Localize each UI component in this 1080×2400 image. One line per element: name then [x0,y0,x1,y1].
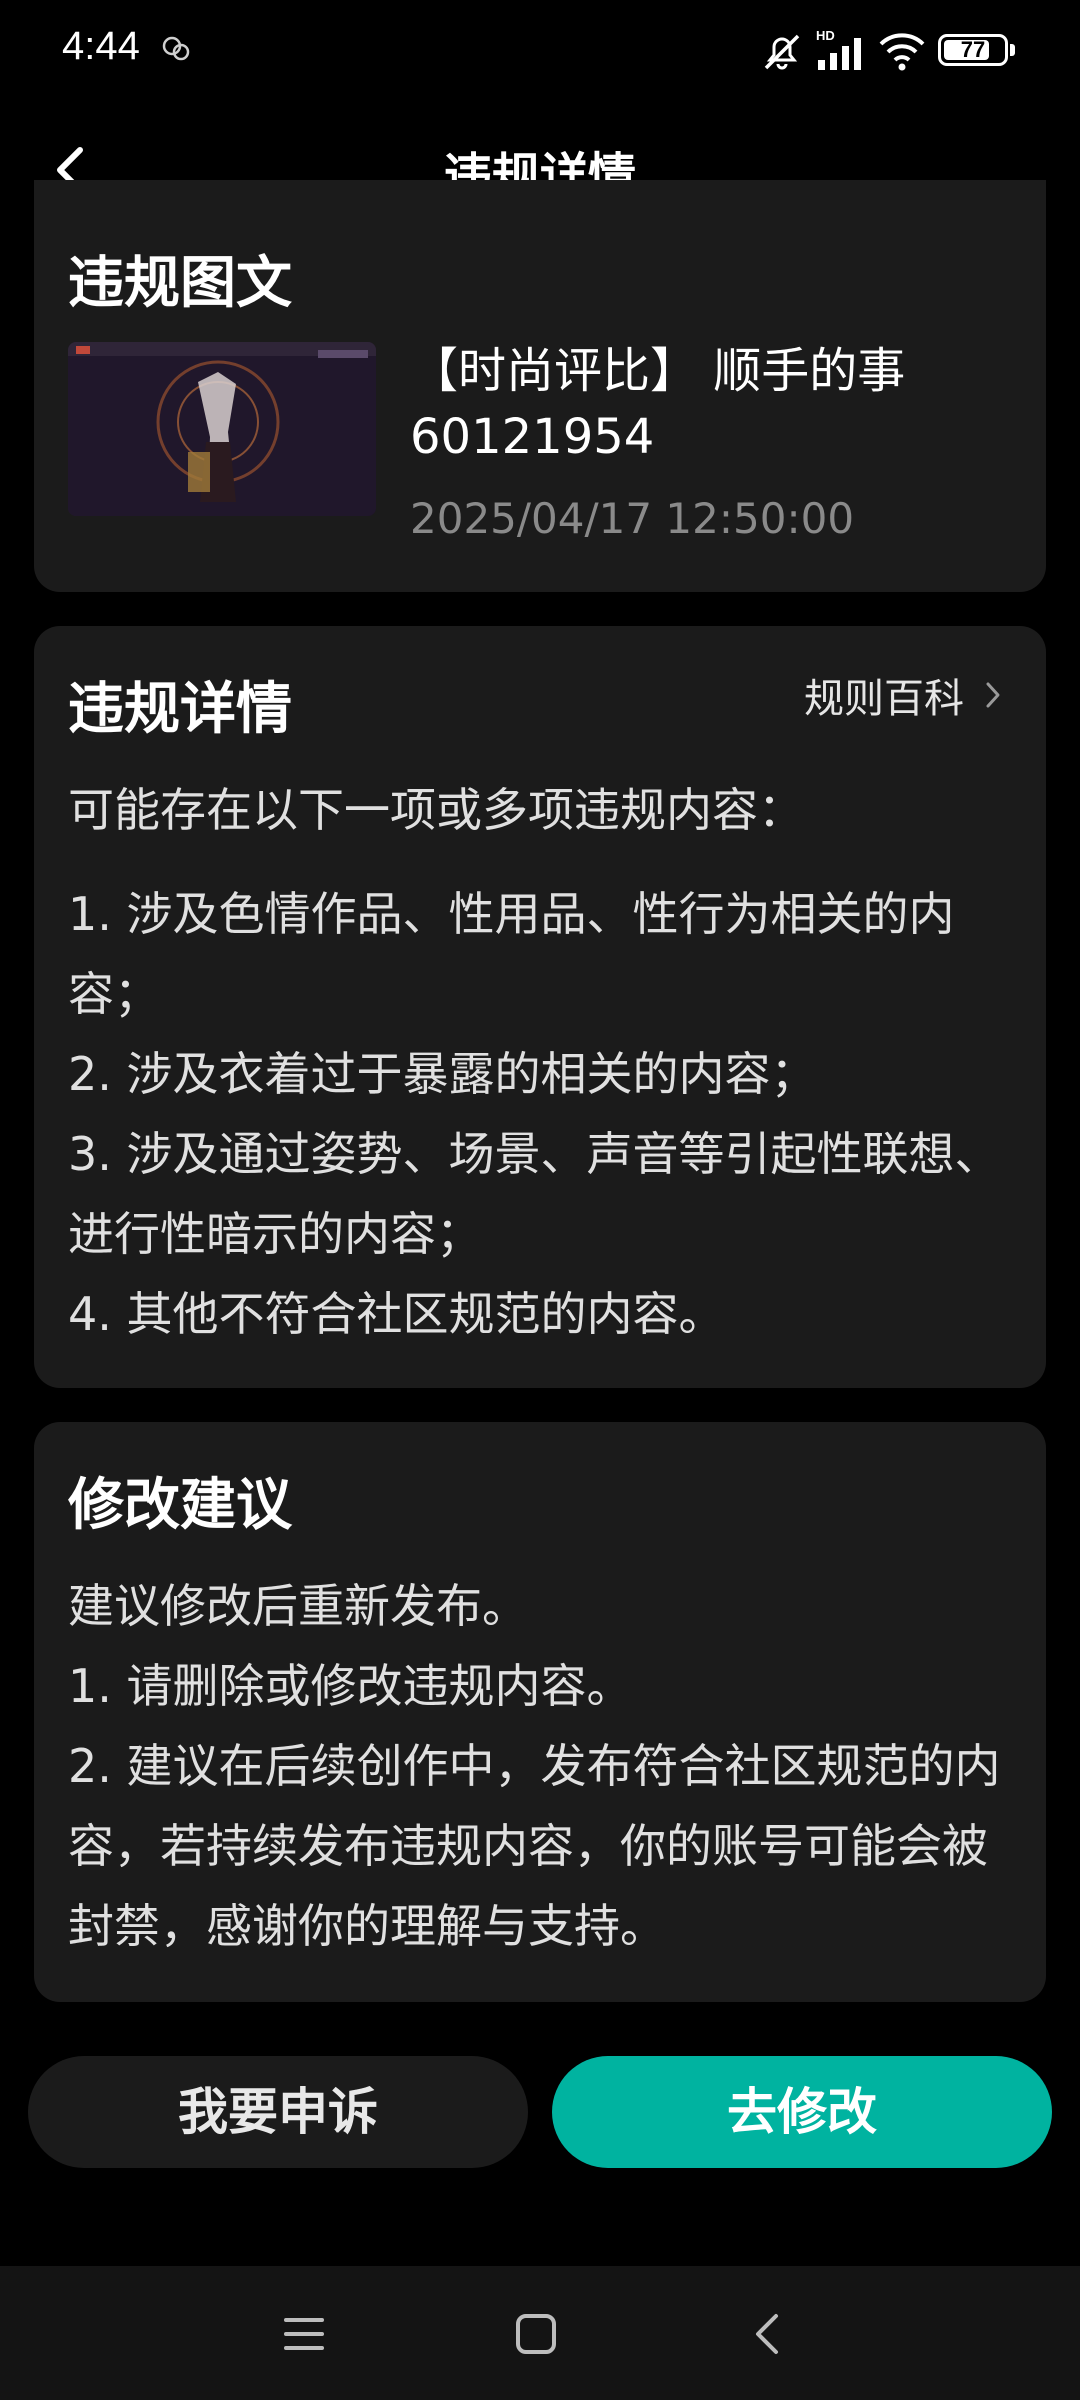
battery-tip [1010,44,1015,56]
hd-signal-icon: HD [816,28,872,72]
violation-details-body: 可能存在以下一项或多项违规内容： 1. 涉及色情作品、性用品、性行为相关的内容；… [68,770,1012,1354]
suggestion-item: 1. 请删除或修改违规内容。 [68,1659,633,1713]
wifi-icon [879,33,925,71]
modify-button[interactable]: 去修改 [552,2056,1052,2168]
violation-item: 4. 其他不符合社区规范的内容。 [68,1287,725,1341]
rules-encyclopedia-link[interactable]: 规则百科 [804,666,1002,724]
violation-post-title: 违规图文 [68,251,292,316]
status-time: 4:44 [62,24,140,68]
violation-item: 3. 涉及通过姿势、场景、声音等引起性联想、进行性暗示的内容； [68,1127,1001,1261]
suggestions-body: 建议修改后重新发布。 1. 请删除或修改违规内容。 2. 建议在后续创作中，发布… [68,1566,1012,1966]
system-nav-bar [0,2266,1080,2400]
violation-intro: 可能存在以下一项或多项违规内容： [68,783,804,837]
post-time: 2025/04/17 12:50:00 [410,494,855,543]
rules-link-label: 规则百科 [804,676,964,722]
violation-post-card[interactable]: 违规图文 【时尚评比】 顺手的事 60121954 2025/04/17 12:… [34,180,1046,592]
mute-bell-icon [764,34,800,70]
home-icon[interactable] [514,2312,558,2356]
suggestions-card: 修改建议 建议修改后重新发布。 1. 请删除或修改违规内容。 2. 建议在后续创… [34,1422,1046,2002]
suggestion-intro: 建议修改后重新发布。 [68,1579,528,1633]
post-thumbnail-image [68,342,376,516]
battery-icon: 77 [938,34,1008,66]
menu-icon[interactable] [282,2314,326,2354]
notification-badge-icon [162,36,190,61]
post-thumbnail[interactable] [68,342,376,516]
post-title[interactable]: 【时尚评比】 顺手的事 60121954 [410,338,1020,470]
violation-details-title: 违规详情 [68,677,292,742]
battery-level: 77 [960,37,986,62]
appeal-button[interactable]: 我要申诉 [28,2056,528,2168]
suggestions-title: 修改建议 [68,1473,292,1538]
violation-details-card: 违规详情 规则百科 可能存在以下一项或多项违规内容： 1. 涉及色情作品、性用品… [34,626,1046,1388]
violation-item: 1. 涉及色情作品、性用品、性行为相关的内容； [68,887,955,1021]
status-bar: 4:44 HD 77 [0,0,1080,104]
chevron-right-icon [986,682,1000,708]
back-icon[interactable] [750,2312,784,2356]
suggestion-item: 2. 建议在后续创作中，发布符合社区规范的内容，若持续发布违规内容，你的账号可能… [68,1739,1001,1953]
violation-item: 2. 涉及衣着过于暴露的相关的内容； [68,1047,817,1101]
